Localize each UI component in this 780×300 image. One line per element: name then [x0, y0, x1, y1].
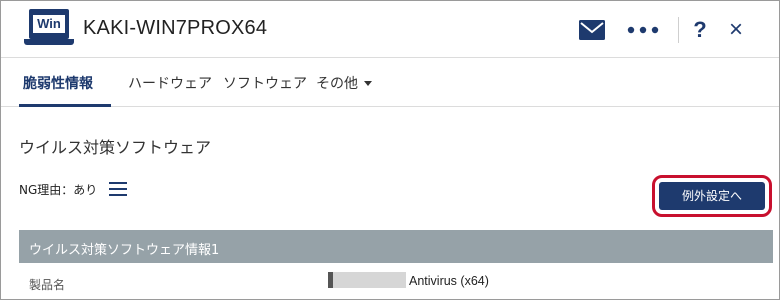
product-name-value: Antivirus (x64) [409, 274, 489, 288]
redacted-text [328, 272, 406, 288]
hostname-title: KAKI-WIN7PROX64 [83, 17, 268, 39]
tab-vulnerability[interactable]: 脆弱性情報 [23, 73, 93, 93]
dialog-window: Win KAKI-WIN7PROX64 ? × 脆弱性情報 ハードウェア ソフト… [0, 0, 780, 300]
active-tab-indicator [19, 104, 111, 107]
mail-icon[interactable] [578, 15, 606, 45]
laptop-icon: Win [24, 9, 74, 49]
chevron-down-icon [364, 81, 372, 86]
logo-label: Win [33, 15, 65, 33]
ng-reason-label: NG理由：あり [19, 183, 98, 197]
info-group-header: ウイルス対策ソフトウェア情報1 [19, 230, 773, 263]
exception-settings-button[interactable]: 例外設定へ [659, 182, 765, 210]
more-icon[interactable] [626, 15, 660, 45]
tab-software[interactable]: ソフトウェア [223, 73, 307, 93]
tab-other[interactable]: その他 [316, 73, 372, 93]
tab-hardware[interactable]: ハードウェア [128, 73, 212, 93]
help-button[interactable]: ? [689, 15, 711, 45]
product-name-label: 製品名 [29, 278, 66, 292]
menu-icon[interactable] [109, 182, 127, 196]
info-group-title: ウイルス対策ソフトウェア情報1 [29, 243, 220, 258]
section-title: ウイルス対策ソフトウェア [19, 138, 212, 157]
exception-button-highlight: 例外設定へ [652, 175, 772, 217]
tab-other-label: その他 [316, 76, 358, 92]
header-divider [678, 17, 679, 43]
close-button[interactable]: × [723, 15, 749, 45]
header-bar: Win KAKI-WIN7PROX64 ? × [1, 1, 779, 58]
tab-bar: 脆弱性情報 ハードウェア ソフトウェア その他 [1, 59, 779, 107]
